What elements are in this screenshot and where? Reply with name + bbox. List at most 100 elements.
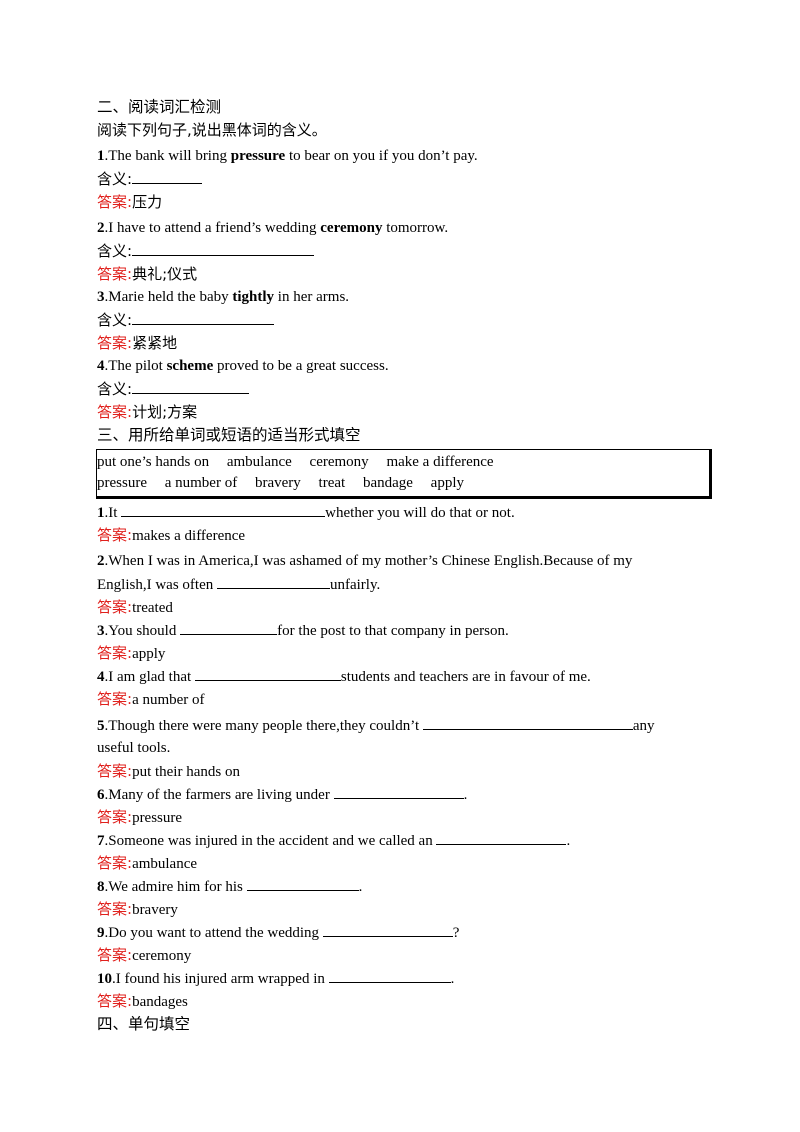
answer-label: 答案: — [97, 762, 133, 780]
answer-blank[interactable] — [333, 783, 464, 799]
answer-value: bandages — [132, 994, 188, 1010]
question-item: 6.Many of the farmers are living under . — [97, 783, 717, 806]
meaning-label: 含义: — [97, 242, 133, 260]
answer-label: 答案: — [97, 808, 133, 826]
answer-line: 答案:压力 — [97, 191, 717, 214]
question-text: .Someone was injured in the accident and… — [104, 833, 437, 849]
meaning-line: 含义: — [97, 309, 717, 332]
answer-label: 答案: — [97, 644, 133, 662]
question-text: . — [358, 879, 363, 895]
question-item: 1.It whether you will do that or not. — [97, 501, 717, 524]
question-text: . — [463, 787, 468, 803]
question-number: 1 — [97, 148, 105, 164]
answer-line: 答案:计划;方案 — [97, 401, 717, 424]
answer-label: 答案: — [97, 992, 133, 1010]
question-number: 10 — [97, 971, 112, 987]
question-text: students and teachers are in favour of m… — [340, 669, 591, 685]
question-number: 6 — [97, 787, 105, 803]
question-number: 4 — [97, 669, 105, 685]
word-bank-item: apply — [430, 475, 464, 491]
answer-line: 答案:treated — [97, 596, 717, 619]
question-number: 4 — [97, 358, 105, 374]
answer-line: 答案:典礼;仪式 — [97, 263, 717, 286]
answer-line: 答案:apply — [97, 642, 717, 665]
answer-line: 答案:ambulance — [97, 852, 717, 875]
question-text: .Though there were many people there,the… — [104, 718, 423, 734]
question-item: 9.Do you want to attend the wedding ? — [97, 921, 717, 944]
answer-label: 答案: — [97, 193, 133, 211]
instruction-text: 阅读下列句子,说出黑体词的含义。 — [97, 121, 327, 139]
answer-value: a number of — [132, 692, 205, 708]
word-bank-item: bravery — [254, 475, 301, 491]
answer-value: ceremony — [132, 948, 192, 964]
question-number: 2 — [97, 553, 105, 569]
answer-blank[interactable] — [132, 309, 275, 325]
keyword: pressure — [230, 148, 286, 164]
question-text: .I have to attend a friend’s wedding — [104, 220, 321, 236]
answer-line: 答案:bravery — [97, 898, 717, 921]
word-bank-row: put one’s hands on ambulance ceremony ma… — [97, 452, 709, 473]
question-number: 5 — [97, 718, 105, 734]
answer-label: 答案: — [97, 854, 133, 872]
question-number: 8 — [97, 879, 105, 895]
answer-blank[interactable] — [246, 875, 359, 891]
question-item-continued: English,I was often unfairly. — [97, 573, 717, 596]
question-text: .You should — [104, 623, 181, 639]
answer-label: 答案: — [97, 403, 133, 421]
answer-line: 答案:pressure — [97, 806, 717, 829]
question-text: English,I was often — [97, 577, 217, 593]
section-heading: 三、用所给单词或短语的适当形式填空 — [97, 426, 361, 444]
answer-line: 答案:ceremony — [97, 944, 717, 967]
meaning-line: 含义: — [97, 240, 717, 263]
question-text: unfairly. — [329, 577, 381, 593]
answer-line: 答案:bandages — [97, 990, 717, 1013]
question-text: whether you will do that or not. — [325, 505, 515, 521]
keyword: tightly — [232, 289, 275, 305]
question-item: 7.Someone was injured in the accident an… — [97, 829, 717, 852]
word-bank-item: pressure — [97, 475, 147, 491]
question-number: 2 — [97, 220, 105, 236]
answer-line: 答案:put their hands on — [97, 760, 717, 783]
question-text: . — [450, 971, 455, 987]
answer-blank[interactable] — [132, 378, 250, 394]
question-text: ? — [452, 925, 460, 941]
answer-label: 答案: — [97, 690, 133, 708]
question-text: proved to be a great success. — [213, 358, 389, 374]
answer-value: 压力 — [132, 193, 163, 211]
question-text: .Marie held the baby — [104, 289, 233, 305]
answer-blank[interactable] — [422, 714, 633, 730]
answer-value: put their hands on — [132, 764, 240, 780]
word-bank-item: treat — [318, 475, 346, 491]
answer-blank[interactable] — [436, 829, 567, 845]
question-text: .Do you want to attend the wedding — [104, 925, 323, 941]
answer-line: 答案:紧紧地 — [97, 332, 717, 355]
question-text: tomorrow. — [382, 220, 449, 236]
question-item: 10.I found his injured arm wrapped in . — [97, 967, 717, 990]
question-text: .The bank will bring — [104, 148, 231, 164]
answer-blank[interactable] — [322, 921, 453, 937]
question-text: .We admire him for his — [104, 879, 247, 895]
word-bank-item: a number of — [164, 475, 238, 491]
answer-blank[interactable] — [180, 619, 278, 635]
answer-blank[interactable] — [132, 168, 203, 184]
question-item: 3.Marie held the baby tightly in her arm… — [97, 286, 717, 309]
answer-blank[interactable] — [121, 501, 326, 517]
question-text: .When I was in America,I was ashamed of … — [104, 553, 633, 569]
answer-value: bravery — [132, 902, 178, 918]
question-item-continued: useful tools. — [97, 737, 717, 760]
answer-blank[interactable] — [216, 573, 330, 589]
question-item: 2.When I was in America,I was ashamed of… — [97, 550, 717, 573]
answer-label: 答案: — [97, 598, 133, 616]
answer-blank[interactable] — [328, 967, 451, 983]
word-bank-item: make a difference — [386, 454, 494, 470]
meaning-label: 含义: — [97, 311, 133, 329]
answer-line: 答案:a number of — [97, 688, 717, 711]
answer-blank[interactable] — [194, 665, 341, 681]
keyword: scheme — [166, 358, 214, 374]
question-item: 3.You should for the post to that compan… — [97, 619, 717, 642]
meaning-line: 含义: — [97, 378, 717, 401]
answer-blank[interactable] — [132, 240, 315, 256]
question-number: 1 — [97, 505, 105, 521]
section-heading: 二、阅读词汇检测 — [97, 98, 222, 116]
word-bank-item: bandage — [362, 475, 413, 491]
